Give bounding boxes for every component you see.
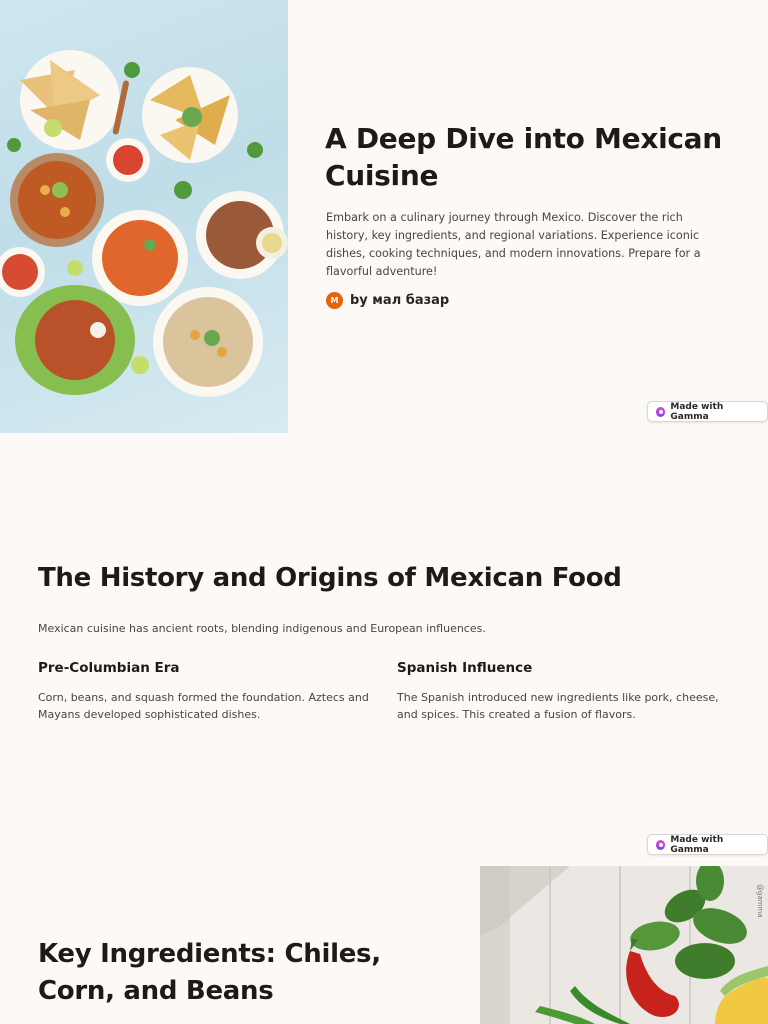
author-name: by мал базар bbox=[350, 293, 450, 308]
section-title: Key Ingredients: Chiles, Corn, and Beans bbox=[38, 939, 381, 1006]
vegetables-photo: @gamma bbox=[480, 866, 768, 1024]
section-title: The History and Origins of Mexican Food bbox=[38, 563, 622, 593]
gamma-logo-icon bbox=[656, 406, 666, 417]
made-with-gamma-button[interactable]: Made with Gamma bbox=[647, 834, 768, 855]
badge-label: Made with Gamma bbox=[670, 834, 724, 855]
author-avatar: M bbox=[326, 292, 343, 309]
column-heading: Spanish Influence bbox=[397, 660, 533, 676]
slide-history: The History and Origins of Mexican Food … bbox=[0, 433, 768, 866]
made-with-gamma-button[interactable]: Made with Gamma bbox=[647, 401, 768, 422]
gamma-logo-icon bbox=[656, 839, 666, 850]
section-intro: Mexican cuisine has ancient roots, blend… bbox=[38, 622, 486, 635]
column-heading: Pre-Columbian Era bbox=[38, 660, 180, 676]
photo-watermark: @gamma bbox=[756, 884, 764, 918]
spanish-influence-column: Spanish Influence The Spanish introduced… bbox=[397, 659, 732, 723]
pre-columbian-column: Pre-Columbian Era Corn, beans, and squas… bbox=[38, 659, 373, 723]
column-body: The Spanish introduced new ingredients l… bbox=[397, 691, 719, 721]
mexican-food-photo bbox=[0, 0, 288, 433]
slide-title: A Deep Dive into Mexican Cuisine Embark … bbox=[0, 0, 768, 433]
page-title: A Deep Dive into Mexican Cuisine bbox=[325, 122, 722, 192]
author-byline[interactable]: M by мал базар bbox=[326, 292, 449, 309]
column-body: Corn, beans, and squash formed the found… bbox=[38, 691, 369, 721]
badge-label: Made with Gamma bbox=[670, 401, 724, 422]
intro-paragraph: Embark on a culinary journey through Mex… bbox=[326, 211, 701, 278]
slide-ingredients: Key Ingredients: Chiles, Corn, and Beans bbox=[0, 866, 768, 1024]
